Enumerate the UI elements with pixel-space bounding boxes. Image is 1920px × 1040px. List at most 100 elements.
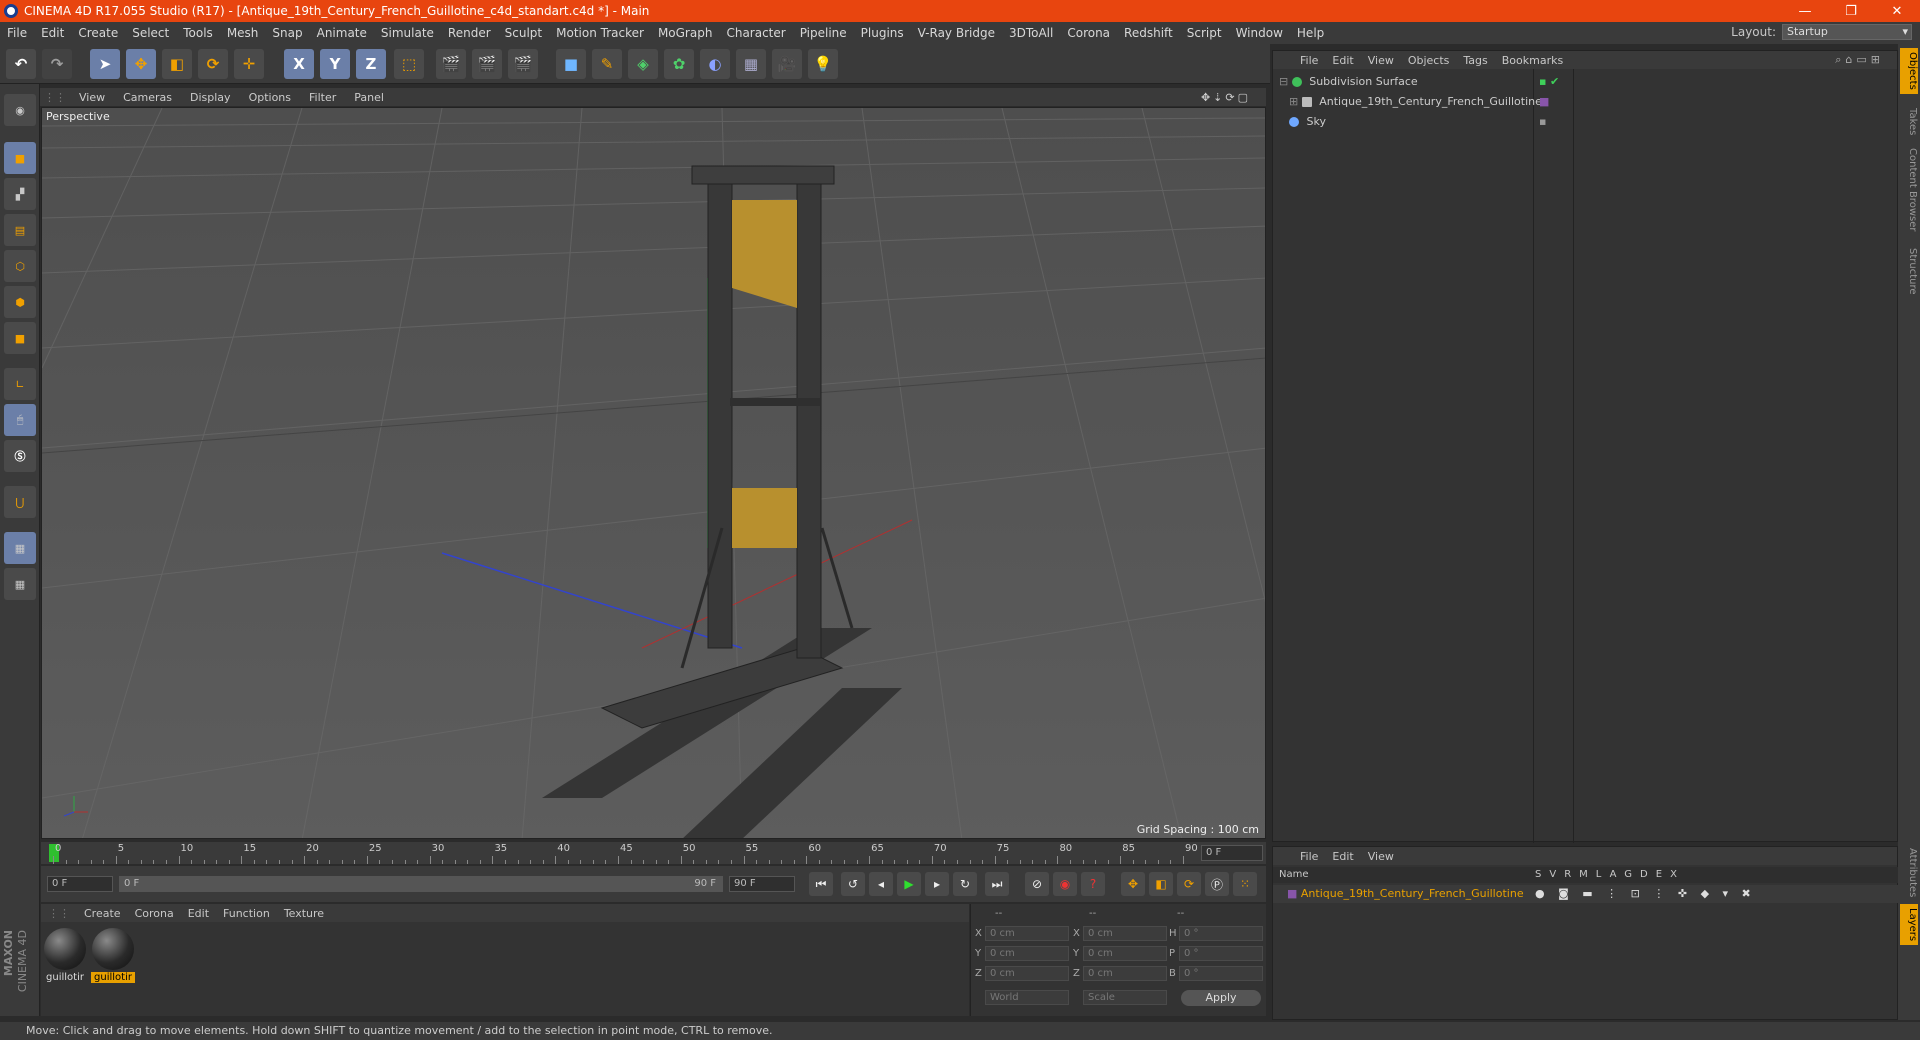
rotate-tool-button[interactable]: ⟳ xyxy=(198,49,228,79)
key-scale-button[interactable]: ◧ xyxy=(1149,872,1173,896)
snap-button[interactable]: Ⓢ xyxy=(4,440,36,472)
menu-window[interactable]: Window xyxy=(1229,26,1290,40)
size-mode-dropdown[interactable]: Scale xyxy=(1083,990,1167,1005)
edges-mode-button[interactable]: ⬢ xyxy=(4,286,36,318)
layer-menu-file[interactable]: File xyxy=(1293,850,1325,863)
previous-frame-button[interactable]: ◂ xyxy=(869,872,893,896)
camera-button[interactable]: 🎥 xyxy=(772,49,802,79)
3d-viewport[interactable]: Perspective Grid Spacing : 100 cm xyxy=(41,107,1266,839)
record-button[interactable]: ◉ xyxy=(1053,872,1077,896)
next-key-button[interactable]: ↻ xyxy=(953,872,977,896)
object-menu-objects[interactable]: Objects xyxy=(1401,54,1457,67)
subdivision-surface-button[interactable]: ◈ xyxy=(628,49,658,79)
apply-button[interactable]: Apply xyxy=(1181,990,1261,1006)
position-x-field[interactable]: 0 cm xyxy=(985,926,1069,941)
play-button[interactable]: ▶ xyxy=(897,872,921,896)
end-frame-field[interactable]: 90 F xyxy=(729,876,795,892)
previous-key-button[interactable]: ↺ xyxy=(841,872,865,896)
object-row-guillotine[interactable]: ⊞ Antique_19th_Century_French_Guillotine… xyxy=(1273,93,1899,111)
spline-pen-button[interactable]: ✎ xyxy=(592,49,622,79)
key-pla-button[interactable]: ⁙ xyxy=(1233,872,1257,896)
menu-pipeline[interactable]: Pipeline xyxy=(793,26,854,40)
layer-row[interactable]: ■ Antique_19th_Century_French_Guillotine… xyxy=(1273,885,1899,903)
menu-simulate[interactable]: Simulate xyxy=(374,26,441,40)
menu-mograph[interactable]: MoGraph xyxy=(651,26,720,40)
close-button[interactable]: ✕ xyxy=(1874,0,1920,22)
menu-snap[interactable]: Snap xyxy=(265,26,309,40)
layer-flag-icons[interactable]: ● ◙ ▬ ⋮ ⊡ ⋮ ✜ ◆ ▾ ✖ xyxy=(1535,885,1756,903)
object-menu-edit[interactable]: Edit xyxy=(1325,54,1360,67)
tab-content-browser[interactable]: Content Browser xyxy=(1900,144,1918,235)
position-z-field[interactable]: 0 cm xyxy=(985,966,1069,981)
material-menu-corona[interactable]: Corona xyxy=(128,907,181,920)
menu-plugins[interactable]: Plugins xyxy=(854,26,911,40)
material-menu-edit[interactable]: Edit xyxy=(181,907,216,920)
menu-redshift[interactable]: Redshift xyxy=(1117,26,1180,40)
frame-range-slider[interactable]: 0 F 90 F xyxy=(119,876,723,892)
render-to-picture-viewer-button[interactable]: 🎬 xyxy=(472,49,502,79)
material-menu-create[interactable]: Create xyxy=(77,907,128,920)
coordinate-system-button[interactable]: ⬚ xyxy=(394,49,424,79)
menu-3dtoall[interactable]: 3DToAll xyxy=(1002,26,1060,40)
viewport-menu-display[interactable]: Display xyxy=(181,91,240,104)
menu-animate[interactable]: Animate xyxy=(310,26,374,40)
tab-layers[interactable]: Layers xyxy=(1900,904,1918,946)
light-button[interactable]: 💡 xyxy=(808,49,838,79)
material-menu-texture[interactable]: Texture xyxy=(277,907,331,920)
viewport-menu-filter[interactable]: Filter xyxy=(300,91,345,104)
render-view-button[interactable]: 🎬 xyxy=(436,49,466,79)
z-axis-button[interactable]: Z xyxy=(356,49,386,79)
render-settings-button[interactable]: 🎬 xyxy=(508,49,538,79)
model-mode-button[interactable]: ■ xyxy=(4,142,36,174)
menu-edit[interactable]: Edit xyxy=(34,26,71,40)
magnet-button[interactable]: ⋃ xyxy=(4,486,36,518)
go-to-start-button[interactable]: ⏮ xyxy=(809,872,833,896)
motion-record-button[interactable]: ⊘ xyxy=(1025,872,1049,896)
key-position-button[interactable]: ✥ xyxy=(1121,872,1145,896)
object-enabled-check-icon[interactable]: ▪ ✔ xyxy=(1539,73,1559,91)
size-y-field[interactable]: 0 cm xyxy=(1083,946,1167,961)
object-manager-search-icons[interactable]: ⌕⌂▭⊞ xyxy=(1828,53,1891,67)
object-row-subdivision[interactable]: ⊟ Subdivision Surface ▪ ✔ xyxy=(1273,73,1899,91)
floor-button[interactable]: ▦ xyxy=(736,49,766,79)
menu-sculpt[interactable]: Sculpt xyxy=(498,26,549,40)
menu-vray-bridge[interactable]: V-Ray Bridge xyxy=(911,26,1002,40)
material-swatch[interactable]: guillotir xyxy=(43,928,87,983)
tab-takes[interactable]: Takes xyxy=(1900,104,1918,139)
menu-help[interactable]: Help xyxy=(1290,26,1331,40)
object-menu-bookmarks[interactable]: Bookmarks xyxy=(1495,54,1570,67)
menu-file[interactable]: File xyxy=(0,26,34,40)
current-frame-field[interactable]: 0 F xyxy=(1201,845,1263,861)
x-axis-button[interactable]: X xyxy=(284,49,314,79)
layer-color-swatch[interactable]: ■ xyxy=(1287,887,1297,900)
redo-button[interactable]: ↷ xyxy=(42,49,72,79)
menu-script[interactable]: Script xyxy=(1180,26,1229,40)
rotation-p-field[interactable]: 0 ° xyxy=(1179,946,1263,961)
axis-mode-button[interactable]: ∟ xyxy=(4,368,36,400)
recent-tool-button[interactable]: ✛ xyxy=(234,49,264,79)
live-selection-button[interactable]: ➤ xyxy=(90,49,120,79)
menu-select[interactable]: Select xyxy=(125,26,176,40)
object-menu-file[interactable]: File xyxy=(1293,54,1325,67)
menu-mesh[interactable]: Mesh xyxy=(220,26,266,40)
object-row-sky[interactable]: Sky ▪ xyxy=(1273,113,1899,131)
viewport-navigation-icons[interactable]: ✥⇣⟳▢ xyxy=(1192,91,1260,104)
size-z-field[interactable]: 0 cm xyxy=(1083,966,1167,981)
key-rotation-button[interactable]: ⟳ xyxy=(1177,872,1201,896)
menu-motion-tracker[interactable]: Motion Tracker xyxy=(549,26,651,40)
planar-workplane-button[interactable]: ▦ xyxy=(4,568,36,600)
timeline-ruler[interactable]: 0 5 10 15 20 25 30 35 40 45 50 55 60 65 70 75 80 85 90 0 F xyxy=(41,842,1266,864)
minimize-button[interactable]: — xyxy=(1782,0,1828,22)
material-menu-function[interactable]: Function xyxy=(216,907,277,920)
make-editable-button[interactable]: ◉ xyxy=(4,94,36,126)
layout-dropdown[interactable]: Startup ▾ xyxy=(1782,24,1912,40)
layer-menu-view[interactable]: View xyxy=(1361,850,1401,863)
rotation-h-field[interactable]: 0 ° xyxy=(1179,926,1263,941)
menu-create[interactable]: Create xyxy=(71,26,125,40)
cloner-button[interactable]: ✿ xyxy=(664,49,694,79)
key-parameter-button[interactable]: Ⓟ xyxy=(1205,872,1229,896)
tweak-mode-button[interactable]: 🖱 xyxy=(4,404,36,436)
viewport-menu-cameras[interactable]: Cameras xyxy=(114,91,181,104)
maximize-button[interactable]: ❐ xyxy=(1828,0,1874,22)
object-menu-tags[interactable]: Tags xyxy=(1456,54,1494,67)
